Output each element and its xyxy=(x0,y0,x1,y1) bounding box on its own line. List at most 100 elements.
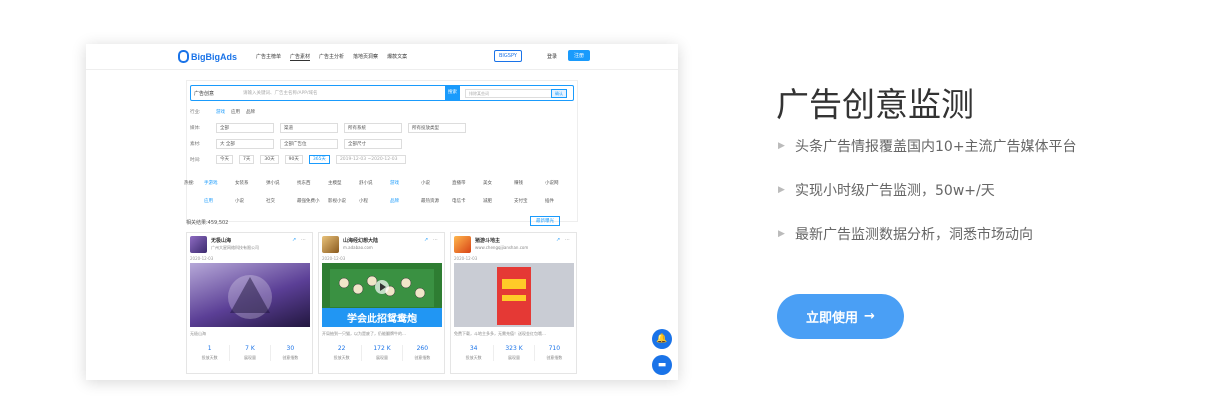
more-icon[interactable]: ⋯ xyxy=(301,237,306,243)
stat-label: 展现量 xyxy=(243,355,256,360)
triangle-bullet-icon: ▶ xyxy=(778,141,785,151)
nav-item-active[interactable]: 广告素材 xyxy=(290,53,311,61)
hot-tag[interactable]: 小程 xyxy=(359,198,390,204)
stat-label: 投放天数 xyxy=(201,355,218,360)
industry-row: 行业: 游戏 应用 品牌 xyxy=(190,109,255,115)
media-row: 媒体: 全部 渠道 所有系统 所有投放类型 xyxy=(190,123,466,133)
triangle-bullet-icon: ▶ xyxy=(778,185,785,195)
search-bar: 广告创意 请输入关键词、广告主名称/APP/域名 搜索 排除某些词 确认 xyxy=(190,85,574,101)
advertiser-name: 山海经幻想大陆 xyxy=(343,238,379,244)
hot-tag[interactable]: 减肥 xyxy=(483,198,514,204)
feature-text: 最新广告监测数据分析，洞悉市场动向 xyxy=(795,227,1033,243)
nav-item[interactable]: 广告主榜单 xyxy=(256,53,281,61)
hot-tag[interactable]: 弹小说 xyxy=(266,180,297,186)
external-link-icon[interactable]: ↗ xyxy=(424,237,428,243)
section-title: 广告创意监测 xyxy=(776,85,974,124)
main-nav: 广告主榜单 广告素材 广告主分析 落地页洞察 爆款文案 xyxy=(256,53,407,61)
ad-date: 2020-12-03 xyxy=(322,256,346,261)
exclude-input[interactable]: 排除某些词 xyxy=(465,89,565,98)
creative-caption: 学会此招鸳鸯炮 xyxy=(347,314,417,325)
hot-tag[interactable]: 赚钱 xyxy=(514,180,545,186)
placement-dropdown[interactable]: 全部广告位 xyxy=(280,139,338,149)
notification-bell-icon[interactable]: 🔔 xyxy=(652,329,672,349)
hot-tag[interactable]: 社交 xyxy=(266,198,297,204)
more-icon[interactable]: ⋯ xyxy=(565,237,570,243)
hot-tag[interactable]: 应用 xyxy=(204,198,235,204)
search-button[interactable]: 搜索 xyxy=(445,86,460,100)
stat-label: 展现量 xyxy=(507,355,520,360)
ad-date: 2020-12-03 xyxy=(454,256,478,261)
nav-item[interactable]: 落地页洞察 xyxy=(353,53,378,61)
hot-tag[interactable]: 电信卡 xyxy=(452,198,483,204)
time-option[interactable]: 30天 xyxy=(260,155,279,164)
hot-tag[interactable]: 游戏 xyxy=(390,180,421,186)
chat-icon[interactable]: ▬ xyxy=(652,355,672,375)
industry-chip[interactable]: 游戏 xyxy=(216,109,225,115)
more-icon[interactable]: ⋯ xyxy=(433,237,438,243)
feature-item: ▶ 头条广告情报覆盖国内10+主流广告媒体平台 xyxy=(778,136,1077,156)
external-link-icon[interactable]: ↗ xyxy=(292,237,296,243)
nav-item[interactable]: 爆款文案 xyxy=(387,53,407,61)
channel-dropdown[interactable]: 渠道 xyxy=(280,123,338,133)
external-link-icon[interactable]: ↗ xyxy=(556,237,560,243)
hot-row-2: 应用 小说 社交 最强免费小 影视小说 小程 品牌 最热资源 电信卡 减肥 支付… xyxy=(204,198,576,204)
ad-card[interactable]: 山海经幻想大陆 m.adabao.com 2020-12-03 ↗ ⋯ 学会此招… xyxy=(318,232,445,374)
hot-tag[interactable]: 主模型 xyxy=(328,180,359,186)
time-option[interactable]: 7天 xyxy=(239,155,255,164)
hot-tag[interactable]: 美女 xyxy=(483,180,514,186)
ad-creative-image[interactable] xyxy=(454,263,574,327)
hot-tag[interactable]: 直播带 xyxy=(452,180,483,186)
time-option[interactable]: 90天 xyxy=(284,155,303,164)
hot-tag[interactable]: 插件 xyxy=(545,198,576,204)
date-range-input[interactable]: 2019-12-03 ~2020-12-03 xyxy=(335,155,406,164)
system-dropdown[interactable]: 所有系统 xyxy=(344,123,402,133)
ad-creative-image[interactable]: 学会此招鸳鸯炮 xyxy=(322,263,442,327)
industry-chip[interactable]: 品牌 xyxy=(246,109,255,115)
search-type-select[interactable]: 广告创意 xyxy=(194,90,214,97)
product-screenshot: BigBigAds 广告主榜单 广告素材 广告主分析 落地页洞察 爆款文案 BI… xyxy=(86,44,678,380)
register-button[interactable]: 注册 xyxy=(568,50,591,61)
media-dropdown[interactable]: 全部 xyxy=(216,123,274,133)
hot-tag[interactable]: 小说 xyxy=(235,198,266,204)
creative-label: 素材: xyxy=(190,142,201,147)
hot-tag[interactable]: 找东西 xyxy=(297,180,328,186)
cta-label: 立即使用 xyxy=(806,311,859,326)
exclude-confirm-button[interactable]: 确认 xyxy=(551,89,567,98)
hot-tag[interactable]: 舒小说 xyxy=(359,180,390,186)
sort-dropdown[interactable]: 最新曝光 xyxy=(530,216,560,226)
hot-tag[interactable]: 最强免费小 xyxy=(297,198,328,204)
ad-stats: 34 投放天数 323 K 展现量 710 创意指数 xyxy=(454,345,574,361)
hot-tag[interactable]: 手游戏 xyxy=(204,180,235,186)
ad-description: 开局抽到一只猫，以为是废了，仍能翻牌牛的… xyxy=(322,331,406,336)
search-input[interactable]: 请输入关键词、广告主名称/APP/域名 xyxy=(243,90,318,96)
hot-tag[interactable]: 女装系 xyxy=(235,180,266,186)
stat-label: 投放天数 xyxy=(465,355,482,360)
creative-art xyxy=(228,275,272,319)
hot-tag[interactable]: 最热资源 xyxy=(421,198,452,204)
advertiser-company: 广州大星网络科技有限公司 xyxy=(211,245,259,250)
time-option[interactable]: 今天 xyxy=(216,155,233,164)
arrow-right-icon: → xyxy=(864,309,875,324)
ad-card[interactable]: 猪游斗地主 www.chengqijianshan.com 2020-12-03… xyxy=(450,232,577,374)
ad-card[interactable]: 无极山海 广州大星网络科技有限公司 2020-12-03 ↗ ⋯ 无极山海 1 投… xyxy=(186,232,313,374)
hot-tag[interactable]: 品牌 xyxy=(390,198,421,204)
time-option-active[interactable]: 365天 xyxy=(308,155,330,164)
ad-date: 2020-12-03 xyxy=(190,256,214,261)
hot-tag[interactable]: 影视小说 xyxy=(328,198,359,204)
stat-days: 1 xyxy=(207,345,212,352)
nav-item[interactable]: 广告主分析 xyxy=(319,53,344,61)
creative-dropdown[interactable]: 大 全部 xyxy=(216,139,274,149)
hot-tag[interactable]: 支付宝 xyxy=(514,198,545,204)
stat-label: 展现量 xyxy=(375,355,388,360)
ad-creative-image[interactable] xyxy=(190,263,310,327)
hot-tag[interactable]: 小说 xyxy=(421,180,452,186)
ad-type-dropdown[interactable]: 所有投放类型 xyxy=(408,123,466,133)
bigspy-button[interactable]: BIGSPY xyxy=(494,50,522,62)
use-now-button[interactable]: 立即使用 → xyxy=(777,294,904,339)
bigbigads-logo[interactable]: BigBigAds xyxy=(178,50,237,63)
size-dropdown[interactable]: 全部尺寸 xyxy=(344,139,402,149)
industry-chip[interactable]: 应用 xyxy=(231,109,240,115)
hot-tag[interactable]: 小说网 xyxy=(545,180,576,186)
advertiser-name: 猪游斗地主 xyxy=(475,238,501,244)
login-link[interactable]: 登录 xyxy=(547,53,557,60)
